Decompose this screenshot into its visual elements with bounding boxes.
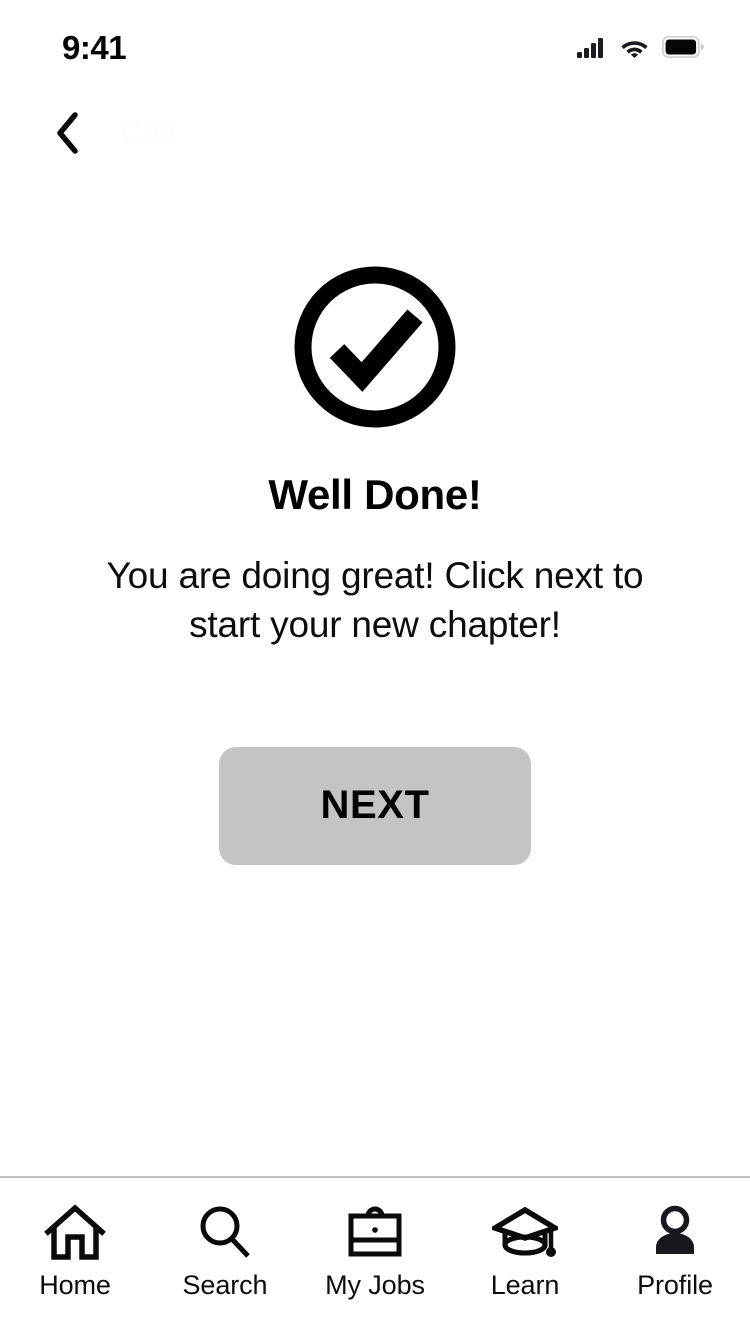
person-icon	[649, 1202, 701, 1264]
tab-home-label: Home	[39, 1270, 111, 1300]
tab-learn[interactable]: Learn	[450, 1202, 600, 1299]
search-icon	[196, 1202, 254, 1264]
graduation-cap-icon	[492, 1202, 558, 1264]
status-bar-time: 9:41	[62, 28, 127, 66]
tab-learn-label: Learn	[490, 1270, 560, 1300]
description-text: You are doing great! Click next to start…	[106, 555, 644, 645]
status-bar-icons	[577, 36, 704, 58]
tab-search[interactable]: Search	[150, 1202, 300, 1299]
phone-screen: 9:41 Cart Well Done! You are doing great…	[0, 0, 750, 1334]
tab-profile-label: Profile	[637, 1270, 713, 1300]
bottom-tab-bar: Home Search My Jobs Learn Profile	[0, 1178, 750, 1334]
home-icon	[44, 1202, 106, 1264]
chevron-left-icon	[55, 111, 81, 155]
tab-my-jobs-label: My Jobs	[325, 1270, 425, 1300]
back-button[interactable]	[55, 110, 95, 156]
tab-search-label: Search	[182, 1270, 268, 1300]
page-title: Well Done!	[268, 471, 482, 518]
tab-profile[interactable]: Profile	[600, 1202, 750, 1299]
status-bar: 9:41	[0, 0, 750, 88]
battery-full-icon	[662, 36, 704, 58]
tab-my-jobs[interactable]: My Jobs	[300, 1202, 450, 1299]
nav-title: Cart	[121, 116, 179, 149]
check-circle-icon	[289, 261, 461, 433]
briefcase-icon	[345, 1202, 405, 1264]
main-content: Well Done! You are doing great! Click ne…	[0, 240, 750, 865]
next-button[interactable]: NEXT	[219, 746, 531, 865]
signal-bars-icon	[577, 37, 607, 58]
nav-header: Cart	[0, 100, 750, 166]
tab-home[interactable]: Home	[0, 1202, 150, 1299]
wifi-icon	[620, 37, 649, 58]
